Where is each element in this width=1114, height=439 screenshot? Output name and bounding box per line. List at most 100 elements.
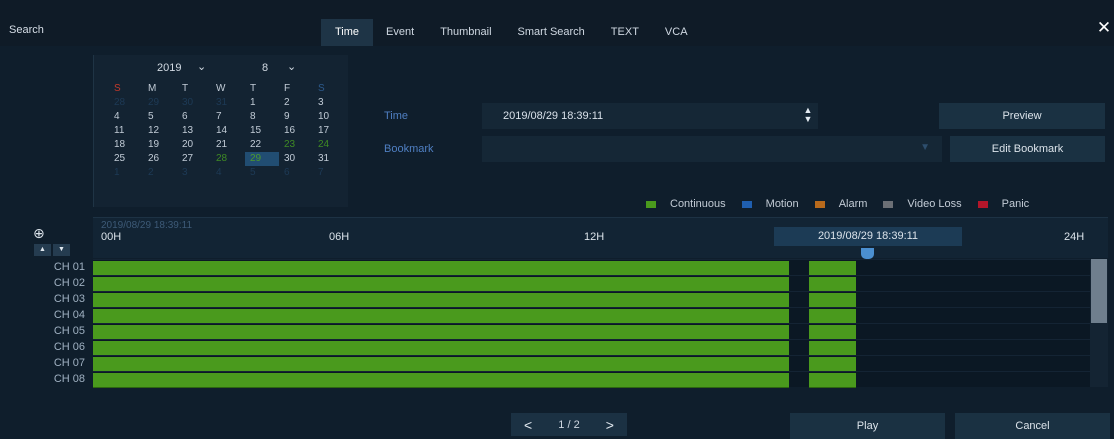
tab-text[interactable]: TEXT	[598, 19, 652, 46]
next-page-button[interactable]: >	[606, 417, 614, 433]
calendar-day[interactable]: 26	[143, 152, 177, 166]
channel-track[interactable]	[93, 355, 1090, 372]
calendar-month: 8	[262, 62, 269, 74]
tab-event[interactable]: Event	[373, 19, 427, 46]
calendar-grid: S M T W T F S 28 29 30 31 1 2 3 4 5 6 7 8 9 10 11 12 13 14 15 16 17…	[109, 82, 347, 180]
scroll-up-button[interactable]: ▲	[34, 244, 51, 256]
recording-segment	[809, 373, 857, 388]
calendar-day[interactable]: 9	[279, 110, 313, 124]
calendar-day: 30	[182, 97, 194, 108]
calendar-day[interactable]: 19	[143, 138, 177, 152]
calendar-day[interactable]: 20	[177, 138, 211, 152]
recording-segment	[809, 293, 857, 308]
calendar-weekday: S	[114, 83, 121, 94]
timeline-tracks[interactable]	[93, 259, 1090, 388]
calendar-day: 28	[114, 97, 126, 108]
tick-label-12h: 12H	[584, 231, 605, 243]
calendar-weekday: S	[318, 83, 325, 94]
calendar-day[interactable]: 16	[279, 124, 313, 138]
preview-button[interactable]: Preview	[939, 103, 1105, 129]
calendar-day-selected[interactable]: 29	[245, 152, 279, 166]
calendar-day[interactable]: 18	[109, 138, 143, 152]
cancel-button[interactable]: Cancel	[955, 413, 1110, 439]
calendar-day[interactable]: 22	[245, 138, 279, 152]
legend-continuous: Continuous	[646, 198, 726, 210]
calendar-day[interactable]: 30	[279, 152, 313, 166]
calendar-day[interactable]: 24	[313, 138, 347, 152]
calendar-day: 5	[250, 167, 256, 178]
recording-segment	[93, 293, 789, 308]
tab-smart-search[interactable]: Smart Search	[505, 19, 598, 46]
calendar-day[interactable]: 2	[279, 96, 313, 110]
tab-time[interactable]: Time	[321, 19, 374, 46]
channel-label: CH 06	[53, 341, 85, 353]
calendar-day[interactable]: 5	[143, 110, 177, 124]
channel-track[interactable]	[93, 275, 1090, 292]
page-indicator: 1 / 2	[558, 418, 580, 431]
calendar-day: 29	[148, 97, 160, 108]
calendar-day[interactable]: 14	[211, 124, 245, 138]
calendar-day: 3	[182, 167, 188, 178]
time-field[interactable]: 2019/08/29 18:39:11 ▲ ▼	[482, 103, 818, 129]
tab-vca[interactable]: VCA	[652, 19, 701, 46]
time-spinner-icon[interactable]: ▲ ▼	[802, 106, 814, 126]
channel-label: CH 03	[53, 293, 85, 305]
scrollbar-thumb[interactable]	[1091, 259, 1107, 323]
calendar-day[interactable]: 12	[143, 124, 177, 138]
app-title: Search	[9, 24, 44, 36]
calendar-day[interactable]: 25	[109, 152, 143, 166]
calendar-day[interactable]: 15	[245, 124, 279, 138]
calendar-day[interactable]: 8	[245, 110, 279, 124]
channel-track[interactable]	[93, 371, 1090, 388]
year-chevron-down-icon[interactable]: ⌄	[197, 60, 206, 73]
channel-label: CH 08	[53, 373, 85, 385]
channel-label: CH 07	[53, 357, 85, 369]
timeline-zoom-controls: ⊕ ▲ ▼	[0, 217, 93, 257]
calendar-day[interactable]: 7	[211, 110, 245, 124]
time-label: Time	[384, 110, 409, 122]
channel-track[interactable]	[93, 259, 1090, 276]
chevron-down-icon: ▼	[920, 142, 930, 153]
calendar-day: 7	[318, 167, 324, 178]
bookmark-dropdown[interactable]: ▼	[482, 136, 942, 162]
prev-page-button[interactable]: <	[524, 417, 532, 433]
calendar-day[interactable]: 17	[313, 124, 347, 138]
calendar-weekday: W	[216, 83, 226, 94]
calendar-day[interactable]: 27	[177, 152, 211, 166]
calendar-day[interactable]: 3	[313, 96, 347, 110]
tick-label-00h: 00H	[101, 231, 122, 243]
calendar-day[interactable]: 6	[177, 110, 211, 124]
legend-swatch	[814, 200, 825, 208]
calendar-day[interactable]: 10	[313, 110, 347, 124]
channel-label: CH 04	[53, 309, 85, 321]
zoom-in-icon[interactable]: ⊕	[33, 225, 45, 242]
timeline-ruler[interactable]: 2019/08/29 18:39:11 00H 06H 12H 24H 2019…	[93, 217, 1108, 259]
edit-bookmark-button[interactable]: Edit Bookmark	[950, 136, 1105, 162]
calendar-day[interactable]: 31	[313, 152, 347, 166]
tab-thumbnail[interactable]: Thumbnail	[427, 19, 504, 46]
calendar-day[interactable]: 11	[109, 124, 143, 138]
month-chevron-down-icon[interactable]: ⌄	[287, 60, 296, 73]
calendar-day[interactable]: 4	[109, 110, 143, 124]
scroll-down-button[interactable]: ▼	[53, 244, 70, 256]
calendar-day[interactable]: 21	[211, 138, 245, 152]
timeline-scrollbar[interactable]	[1090, 259, 1108, 387]
channel-track[interactable]	[93, 291, 1090, 308]
play-button[interactable]: Play	[790, 413, 945, 439]
calendar-day[interactable]: 23	[279, 138, 313, 152]
calendar-day[interactable]: 1	[245, 96, 279, 110]
channel-track[interactable]	[93, 339, 1090, 356]
legend-panic: Panic	[977, 198, 1029, 210]
calendar-day[interactable]: 13	[177, 124, 211, 138]
calendar-weekday: T	[250, 83, 257, 94]
recording-segment	[93, 341, 789, 356]
recording-segment	[93, 357, 789, 372]
calendar-day[interactable]: 28	[211, 152, 245, 166]
channel-track[interactable]	[93, 307, 1090, 324]
channel-track[interactable]	[93, 323, 1090, 340]
close-icon[interactable]: ✕	[1096, 19, 1112, 37]
calendar-weekday: T	[182, 83, 189, 94]
timeline-cursor-handle[interactable]	[861, 248, 874, 259]
legend-swatch	[741, 200, 752, 208]
calendar-weekday: F	[284, 83, 291, 94]
